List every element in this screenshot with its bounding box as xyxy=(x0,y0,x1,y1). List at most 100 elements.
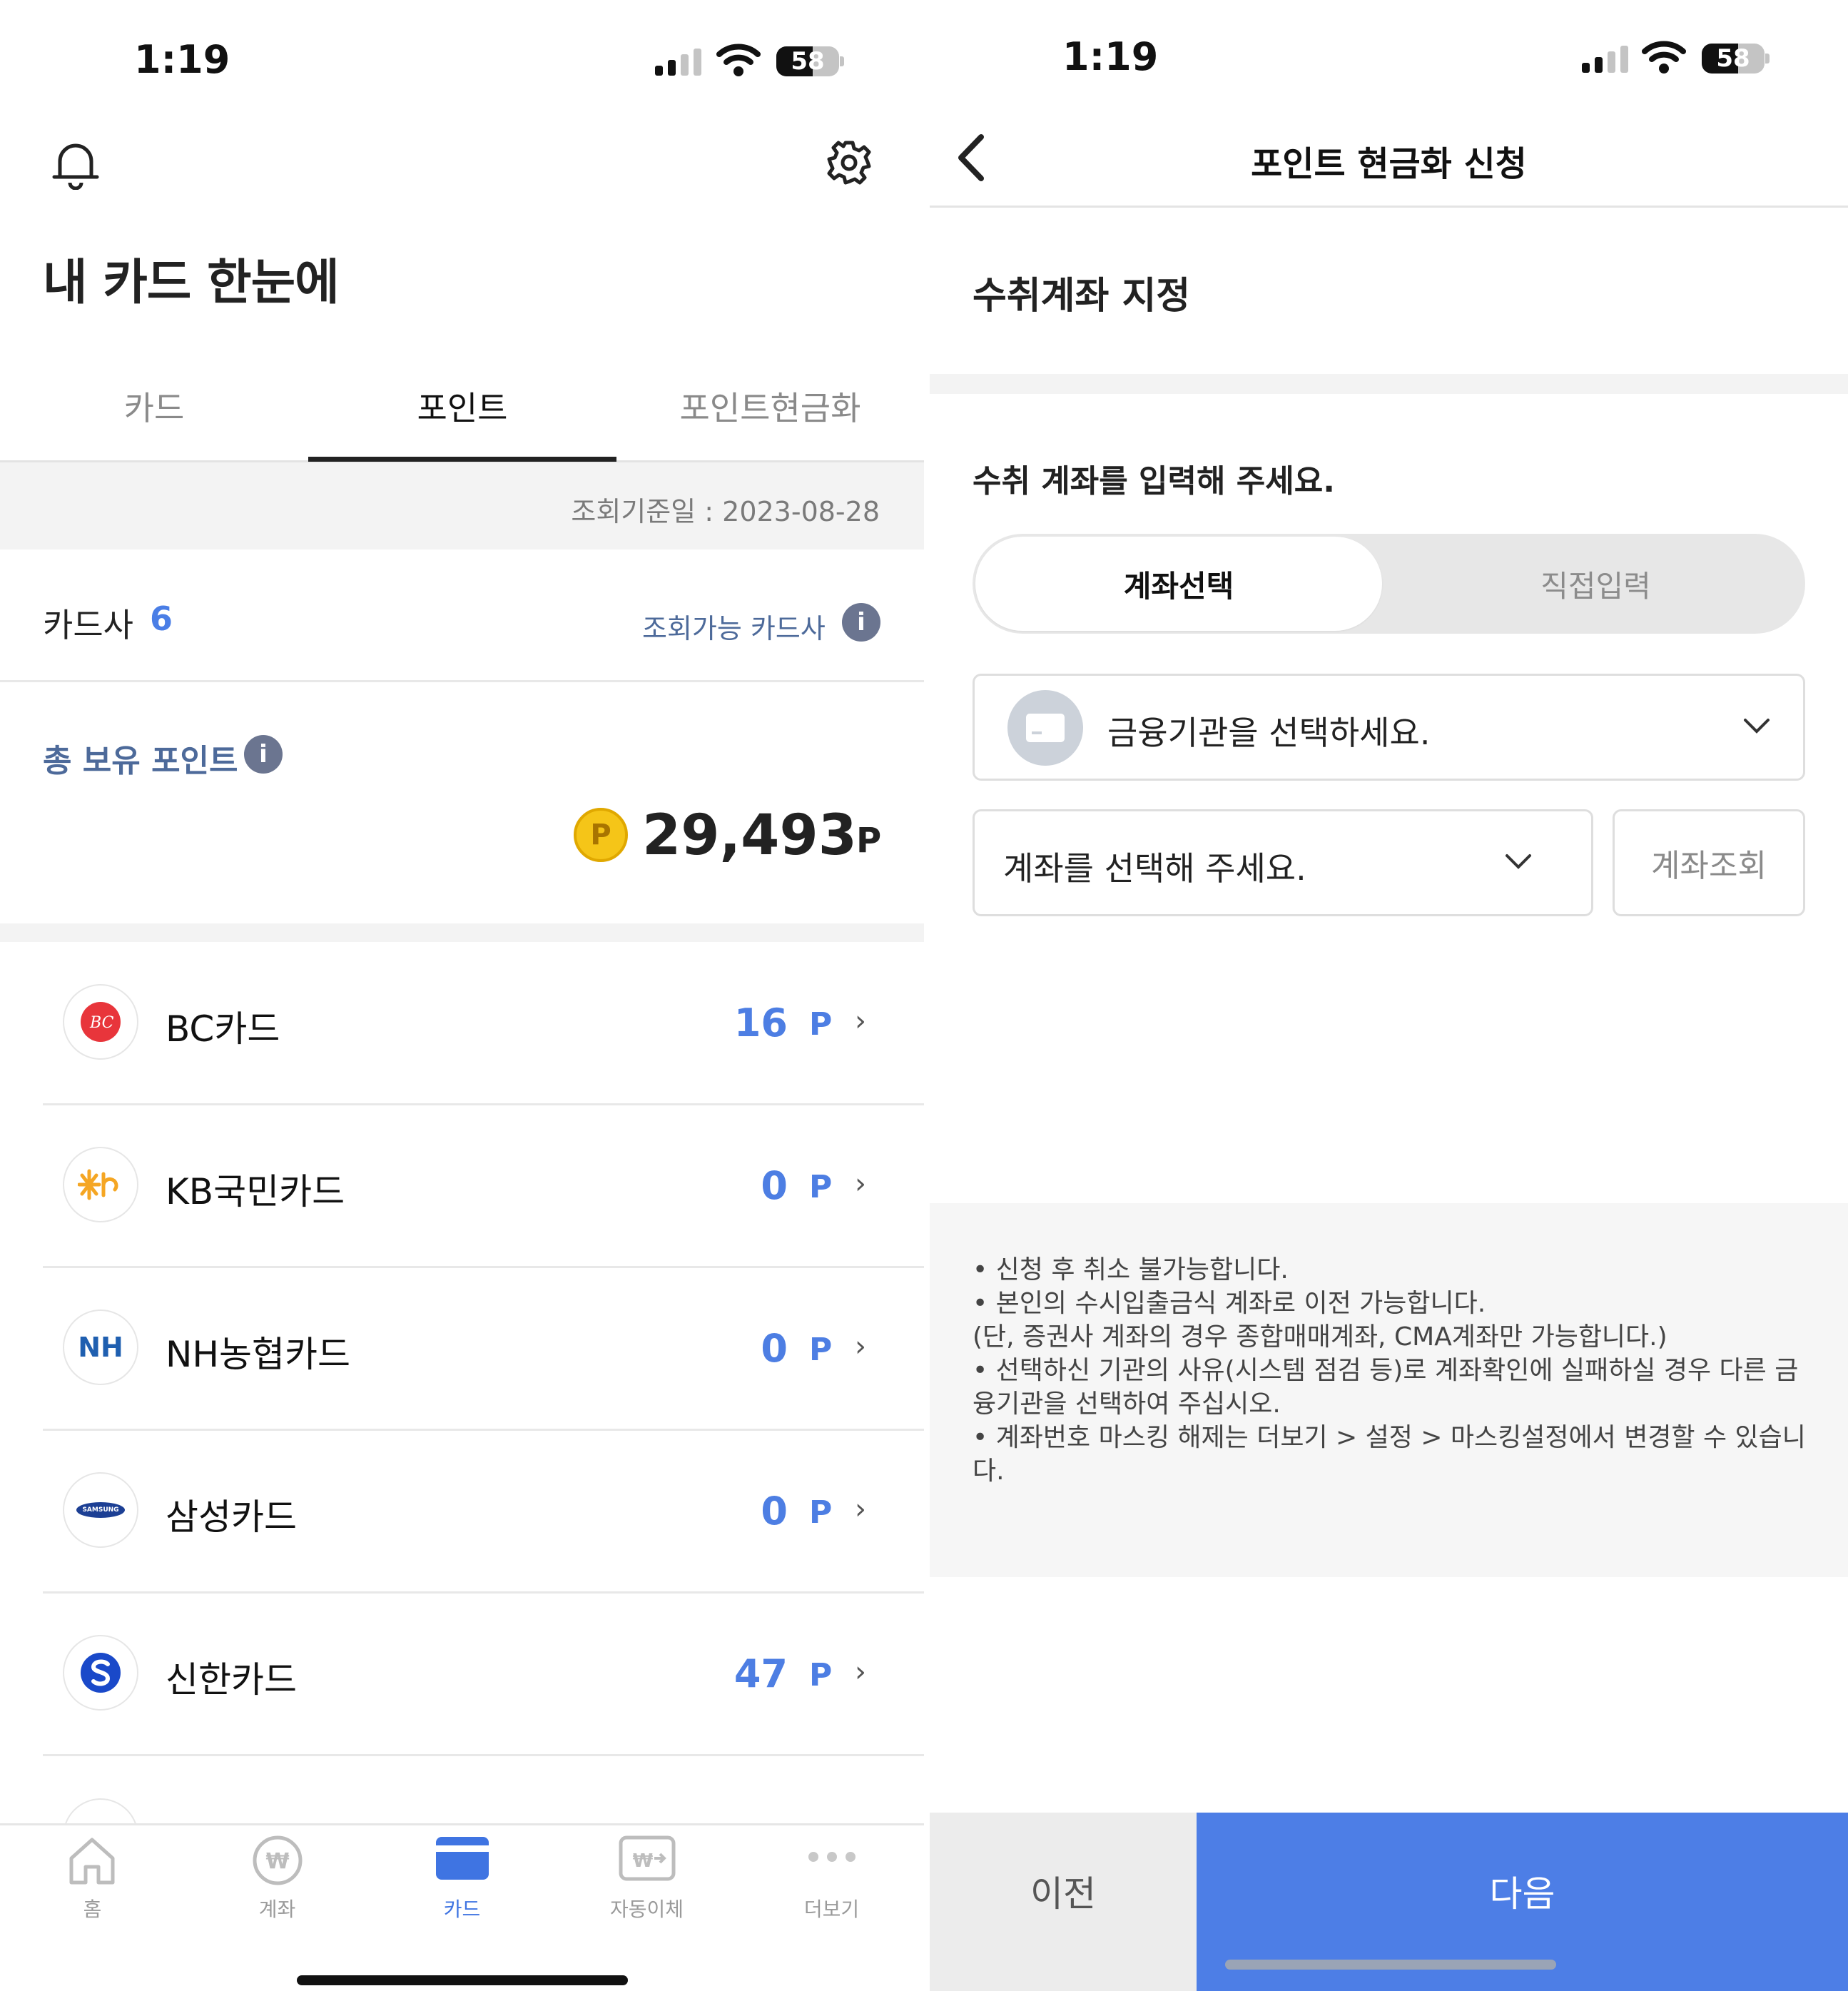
bottom-nav: 홈 ₩ 계좌 카드 ₩ 자동이체 더보기 xyxy=(0,1823,924,1991)
total-points-value: 29,493 xyxy=(642,804,857,868)
card-name: BC카드 xyxy=(166,1008,280,1050)
card-company-label: 카드사 xyxy=(43,606,133,644)
battery-nub xyxy=(1765,54,1770,64)
notification-bell-icon[interactable] xyxy=(51,140,100,190)
battery-icon: 58 xyxy=(776,46,839,76)
card-points: 16 xyxy=(733,1000,788,1045)
section-title: 수취계좌 지정 xyxy=(973,275,1191,318)
notice-line: 융기관을 선택하여 주십시오. xyxy=(973,1389,1281,1419)
card-points-unit: P xyxy=(809,1169,833,1205)
settings-gear-icon[interactable] xyxy=(825,138,873,187)
institution-placeholder: 금융기관을 선택하세요. xyxy=(1107,714,1431,752)
section-spacer xyxy=(0,923,924,942)
more-dots-icon xyxy=(808,1852,856,1862)
total-points-label: 총 보유 포인트 xyxy=(43,743,238,779)
wifi-icon xyxy=(1642,41,1686,74)
account-placeholder: 계좌를 선택해 주세요. xyxy=(1003,849,1306,888)
tab-points[interactable]: 포인트 xyxy=(308,383,616,430)
kb-logo-icon xyxy=(63,1147,138,1222)
card-name: NH농협카드 xyxy=(166,1334,350,1375)
card-points: 0 xyxy=(761,1326,788,1371)
notice-line: (단, 증권사 계좌의 경우 종합매매계좌, CMA계좌만 가능합니다.) xyxy=(973,1322,1667,1352)
nav-label: 자동이체 xyxy=(609,1898,684,1921)
card-company-count: 6 xyxy=(150,599,173,638)
card-points-screen: 1:19 58 내 카드 한눈에 카드 포인트 포인트현금화 조회기준일 : 2… xyxy=(0,0,924,1991)
query-date: 조회기준일 : 2023-08-28 xyxy=(571,496,880,527)
bank-placeholder-icon xyxy=(1007,690,1083,766)
account-method-segmented: 계좌선택 직접입력 xyxy=(973,534,1805,634)
cellular-signal-icon xyxy=(1582,44,1630,73)
nav-label: 카드 xyxy=(443,1898,481,1921)
nav-home[interactable]: 홈 xyxy=(0,1825,185,1940)
home-icon xyxy=(69,1838,115,1885)
svg-text:₩: ₩ xyxy=(265,1849,289,1874)
auto-transfer-icon: ₩ xyxy=(619,1835,676,1881)
nav-more[interactable]: 더보기 xyxy=(739,1825,924,1940)
card-points-unit: P xyxy=(809,1006,833,1043)
available-card-companies-link[interactable]: 조회가능 카드사 xyxy=(642,607,826,646)
notice-line: • 계좌번호 마스킹 해제는 더보기 > 설정 > 마스킹설정에서 변경할 수 … xyxy=(973,1423,1806,1452)
chevron-down-icon xyxy=(1506,854,1531,869)
info-icon[interactable]: i xyxy=(842,603,880,642)
chevron-right-icon: › xyxy=(855,1656,866,1688)
divider xyxy=(43,1754,924,1756)
notice-line: • 본인의 수시입출금식 계좌로 이전 가능합니다. xyxy=(973,1289,1486,1318)
account-lookup-button[interactable]: 계좌조회 xyxy=(1613,809,1805,916)
divider xyxy=(0,680,924,682)
total-info-icon[interactable]: i xyxy=(244,735,283,774)
nav-auto-transfer[interactable]: ₩ 자동이체 xyxy=(554,1825,739,1940)
won-coin-icon: ₩ xyxy=(253,1835,303,1885)
total-points-unit: P xyxy=(856,821,882,861)
chevron-right-icon: › xyxy=(855,1493,866,1526)
card-row-bc[interactable]: BC BC카드 16 P › xyxy=(0,942,924,1105)
home-indicator xyxy=(1225,1960,1556,1970)
card-points-unit: P xyxy=(809,1494,833,1531)
nav-card[interactable]: 카드 xyxy=(370,1825,554,1940)
card-points: 47 xyxy=(733,1651,788,1696)
header-title: 포인트 현금화 신청 xyxy=(1251,144,1527,184)
prev-button[interactable]: 이전 xyxy=(930,1813,1197,1991)
card-name: 삼성카드 xyxy=(166,1496,297,1538)
tab-points-cash[interactable]: 포인트현금화 xyxy=(616,383,924,430)
nav-account[interactable]: ₩ 계좌 xyxy=(185,1825,370,1940)
home-indicator xyxy=(297,1975,628,1985)
nav-label: 더보기 xyxy=(803,1898,860,1921)
segment-manual-input[interactable]: 직접입력 xyxy=(1389,537,1802,631)
notice-line: 다. xyxy=(973,1456,1005,1486)
page-title: 내 카드 한눈에 xyxy=(43,255,340,311)
account-select[interactable]: 계좌를 선택해 주세요. xyxy=(973,809,1593,916)
nav-label: 홈 xyxy=(83,1898,102,1921)
battery-level: 58 xyxy=(1716,44,1750,73)
card-points-unit: P xyxy=(809,1657,833,1693)
card-points: 0 xyxy=(761,1489,788,1534)
points-cash-request-screen: 1:19 58 포인트 현금화 신청 수취계좌 지정 수취 계좌를 입력해 주세… xyxy=(930,0,1848,1991)
notice-list: • 신청 후 취소 불가능합니다. • 본인의 수시입출금식 계좌로 이전 가능… xyxy=(973,1253,1806,1488)
notice-line: • 선택하신 기관의 사유(시스템 점검 등)로 계좌확인에 실패하실 경우 다… xyxy=(973,1356,1799,1385)
segment-account-select[interactable]: 계좌선택 xyxy=(975,537,1382,631)
card-points: 0 xyxy=(761,1163,788,1208)
notice-line: • 신청 후 취소 불가능합니다. xyxy=(973,1255,1289,1285)
wifi-icon xyxy=(716,44,761,76)
institution-select[interactable]: 금융기관을 선택하세요. xyxy=(973,674,1805,781)
chevron-right-icon: › xyxy=(855,1005,866,1038)
svg-text:₩: ₩ xyxy=(633,1850,654,1872)
battery-level: 58 xyxy=(791,47,825,76)
bc-logo-icon: BC xyxy=(63,984,138,1060)
card-row-nh[interactable]: NH NH농협카드 0 P › xyxy=(0,1267,924,1430)
header-divider xyxy=(930,206,1848,208)
card-name: 신한카드 xyxy=(166,1659,297,1701)
card-icon xyxy=(436,1837,489,1880)
samsung-logo-icon: SAMSUNG xyxy=(63,1472,138,1548)
card-row-shinhan[interactable]: 신한카드 47 P › xyxy=(0,1593,924,1756)
card-points-unit: P xyxy=(809,1332,833,1368)
card-row-kb[interactable]: KB국민카드 0 P › xyxy=(0,1105,924,1267)
status-time: 1:19 xyxy=(1062,34,1159,79)
account-prompt: 수취 계좌를 입력해 주세요. xyxy=(973,463,1335,500)
chevron-right-icon: › xyxy=(855,1167,866,1200)
card-row-samsung[interactable]: SAMSUNG 삼성카드 0 P › xyxy=(0,1430,924,1593)
tab-card[interactable]: 카드 xyxy=(0,383,308,430)
nav-label: 계좌 xyxy=(258,1898,296,1921)
cellular-signal-icon xyxy=(655,47,704,76)
section-spacer xyxy=(930,374,1848,394)
notice-box: • 신청 후 취소 불가능합니다. • 본인의 수시입출금식 계좌로 이전 가능… xyxy=(930,1203,1848,1577)
